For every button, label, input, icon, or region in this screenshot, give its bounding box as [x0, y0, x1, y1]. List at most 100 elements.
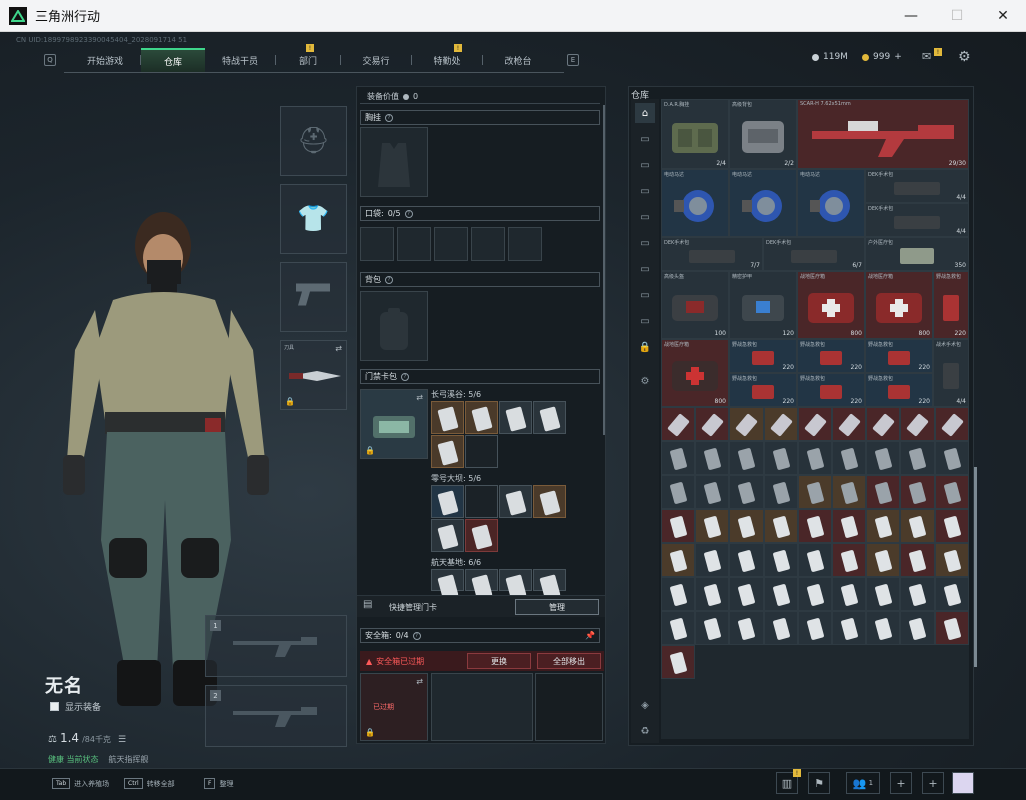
stash-item[interactable] — [866, 475, 901, 509]
keycard-item[interactable] — [533, 569, 566, 600]
category-keys-icon[interactable]: ▭ — [635, 259, 655, 279]
stash-item[interactable] — [900, 577, 935, 611]
stash-item[interactable] — [661, 645, 696, 679]
add-friend-button[interactable]: + — [890, 772, 912, 794]
keycard-item[interactable] — [499, 485, 532, 518]
help-icon[interactable]: ? — [404, 209, 413, 218]
stash-item[interactable] — [797, 543, 832, 577]
stash-item[interactable] — [797, 509, 832, 543]
stash-item[interactable] — [729, 611, 764, 645]
stash-item[interactable] — [866, 441, 901, 475]
stash-item[interactable]: 高级头盔 100 — [661, 271, 729, 339]
pocket-slot[interactable] — [397, 227, 431, 261]
stash-item[interactable] — [797, 441, 832, 475]
stash-item[interactable] — [729, 407, 764, 441]
stash-item[interactable]: 电动马达 — [661, 169, 729, 237]
stash-item[interactable]: 战地医疗箱 800 — [661, 339, 729, 407]
stash-item[interactable]: 电动马达 — [797, 169, 865, 237]
layers-icon[interactable]: ◈ — [635, 695, 655, 715]
stash-item[interactable] — [695, 441, 730, 475]
show-equipment-checkbox[interactable] — [50, 702, 59, 711]
stash-item[interactable] — [695, 543, 730, 577]
stash-item[interactable]: DEK手术包 4/4 — [865, 169, 969, 203]
stash-item[interactable] — [900, 407, 935, 441]
coupon-balance[interactable]: 999 + — [862, 52, 902, 62]
stash-item[interactable]: DEK手术包 7/7 — [661, 237, 763, 271]
secondary-weapon-slot[interactable]: 2 — [205, 685, 347, 747]
category-ammo-icon[interactable]: ▭ — [635, 155, 655, 175]
tab-operators[interactable]: 特战干员 — [205, 48, 275, 72]
keycard-item[interactable] — [431, 435, 464, 468]
list-icon[interactable]: ☰ — [118, 735, 126, 745]
safebox-slot[interactable]: ⇄ 已过期 🔒 — [360, 673, 428, 741]
stash-item[interactable] — [797, 407, 832, 441]
category-armor-icon[interactable]: ▭ — [635, 181, 655, 201]
lock-icon[interactable]: 🔒 — [635, 337, 655, 357]
keycard-item[interactable] — [499, 401, 532, 434]
stash-item[interactable]: 野战急救包 220 — [797, 339, 865, 373]
stash-item[interactable] — [729, 509, 764, 543]
settings-gear-icon[interactable]: ⚙ — [958, 49, 971, 65]
stash-item[interactable] — [934, 543, 969, 577]
stash-item[interactable]: 野战急救包 220 — [797, 373, 865, 407]
stash-item[interactable] — [934, 611, 969, 645]
settings-gear-icon[interactable]: ⚙ — [635, 371, 655, 391]
close-button[interactable]: ✕ — [980, 0, 1026, 32]
stash-item[interactable] — [695, 611, 730, 645]
primary-weapon-slot[interactable]: 1 — [205, 615, 347, 677]
stash-item[interactable] — [832, 509, 867, 543]
all-items-icon[interactable]: ⌂ — [635, 103, 655, 123]
stash-item[interactable] — [763, 543, 798, 577]
empty-keycard-slot[interactable] — [465, 435, 498, 468]
stash-scrollbar[interactable] — [974, 467, 977, 667]
stash-item[interactable] — [797, 611, 832, 645]
stash-item[interactable] — [900, 441, 935, 475]
pocket-slot[interactable] — [471, 227, 505, 261]
stash-item[interactable]: DEK手术包 4/4 — [865, 203, 969, 237]
stash-item[interactable]: 电动马达 — [729, 169, 797, 237]
melee-slot[interactable]: 刀具 ⇄ 🔒 — [280, 340, 347, 410]
hint-tab[interactable]: Tab 进入养殖场 — [52, 778, 109, 789]
stash-item[interactable] — [695, 577, 730, 611]
stash-item[interactable] — [832, 475, 867, 509]
stash-item[interactable] — [832, 611, 867, 645]
stash-item[interactable]: DEK手术包 6/7 — [763, 237, 865, 271]
keycard-item[interactable] — [431, 401, 464, 434]
hint-ctrl[interactable]: Ctrl 转移全部 — [124, 778, 175, 789]
backpack-slot[interactable] — [360, 291, 428, 361]
stash-item[interactable] — [661, 441, 696, 475]
stash-item[interactable] — [661, 509, 696, 543]
stash-item[interactable] — [832, 407, 867, 441]
keycard-item[interactable] — [499, 569, 532, 600]
stats-icon[interactable]: ▥! — [776, 769, 801, 794]
swap-icon[interactable]: ⇄ — [416, 393, 423, 402]
stash-item[interactable] — [763, 611, 798, 645]
keycard-item[interactable] — [431, 485, 464, 518]
stash-item[interactable] — [866, 407, 901, 441]
keycard-item[interactable] — [465, 401, 498, 434]
helmet-slot[interactable]: ⛑ — [280, 106, 347, 176]
safebox-grid[interactable] — [431, 673, 533, 741]
stash-item[interactable] — [934, 407, 969, 441]
nav-next-key[interactable]: E — [567, 54, 579, 66]
stash-item[interactable] — [661, 611, 696, 645]
help-icon[interactable]: ? — [401, 372, 409, 381]
armor-slot[interactable]: 👕 — [280, 184, 347, 254]
recycle-icon[interactable]: ♻ — [635, 721, 655, 741]
stash-item[interactable]: 战地医疗箱 800 — [797, 271, 865, 339]
stash-item[interactable] — [729, 543, 764, 577]
tab-department[interactable]: 部门! — [276, 44, 340, 72]
stash-item[interactable] — [832, 577, 867, 611]
stash-item[interactable] — [866, 611, 901, 645]
pocket-slot[interactable] — [508, 227, 542, 261]
chest-rig-slot[interactable] — [360, 127, 428, 197]
stash-item[interactable] — [729, 441, 764, 475]
keycard-item[interactable] — [533, 401, 566, 434]
stash-item[interactable] — [661, 577, 696, 611]
tab-gunsmith[interactable]: 改枪台 — [483, 48, 553, 72]
stash-item[interactable] — [934, 509, 969, 543]
keycard-item[interactable] — [431, 519, 464, 552]
pistol-slot[interactable] — [280, 262, 347, 332]
category-medical-icon[interactable]: ▭ — [635, 233, 655, 253]
show-equipment-toggle[interactable]: 显示装备 — [50, 700, 101, 713]
